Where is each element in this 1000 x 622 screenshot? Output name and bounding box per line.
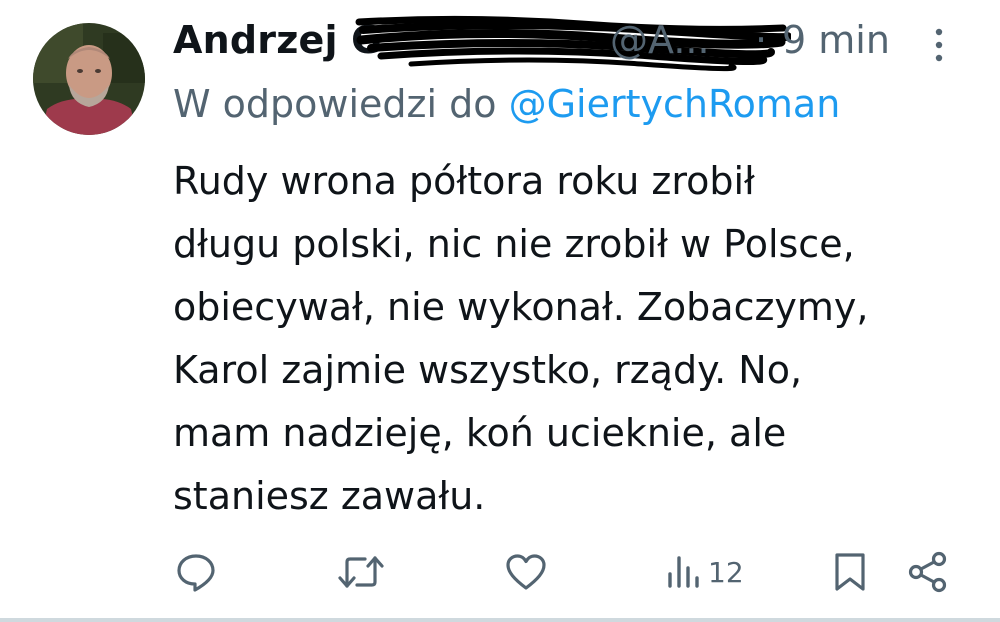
reply-button[interactable] bbox=[174, 550, 218, 594]
reply-to-link[interactable]: @GiertychRoman bbox=[509, 82, 841, 126]
redaction-scribble bbox=[355, 15, 791, 72]
timestamp[interactable]: 9 min bbox=[782, 18, 890, 62]
tweet-header: Andrzej G @A... · 9 min bbox=[173, 14, 983, 72]
views-count: 12 bbox=[708, 555, 744, 589]
bar-chart-icon bbox=[668, 556, 699, 588]
avatar-photo bbox=[33, 23, 145, 135]
heart-icon bbox=[506, 554, 546, 590]
bookmark-icon bbox=[835, 553, 865, 591]
display-name[interactable]: Andrzej G bbox=[173, 18, 383, 62]
reply-prefix: W odpowiedzi do bbox=[173, 82, 497, 126]
views-button[interactable]: 12 bbox=[666, 550, 744, 594]
reply-context: W odpowiedzi do @GiertychRoman bbox=[173, 82, 840, 126]
action-bar: 12 bbox=[0, 544, 1000, 604]
bottom-divider bbox=[0, 618, 1000, 622]
speech-bubble-icon bbox=[177, 554, 215, 592]
tweet-text-line: obiecywał, nie wykonał. Zobaczymy, bbox=[173, 285, 869, 329]
vertical-dots-icon[interactable] bbox=[929, 24, 949, 66]
tweet-text: Rudy wrona półtora roku zrobił długu pol… bbox=[173, 150, 983, 528]
retweet-button[interactable] bbox=[337, 550, 385, 594]
tweet-text-line: staniesz zawału. bbox=[173, 474, 486, 518]
like-button[interactable] bbox=[504, 550, 548, 594]
bookmark-button[interactable] bbox=[830, 550, 870, 594]
retweet-icon bbox=[338, 556, 384, 588]
share-icon bbox=[908, 551, 947, 593]
tweet-text-line: mam nadzieję, koń ucieknie, ale bbox=[173, 411, 787, 455]
share-button[interactable] bbox=[906, 550, 950, 594]
separator-dot: · bbox=[755, 18, 768, 62]
avatar[interactable] bbox=[33, 23, 145, 135]
tweet-text-line: długu polski, nic nie zrobił w Polsce, bbox=[173, 222, 855, 266]
tweet-text-line: Karol zajmie wszystko, rządy. No, bbox=[173, 348, 803, 392]
user-handle[interactable]: @A... bbox=[610, 18, 710, 62]
tweet-text-line: Rudy wrona półtora roku zrobił bbox=[173, 159, 755, 203]
